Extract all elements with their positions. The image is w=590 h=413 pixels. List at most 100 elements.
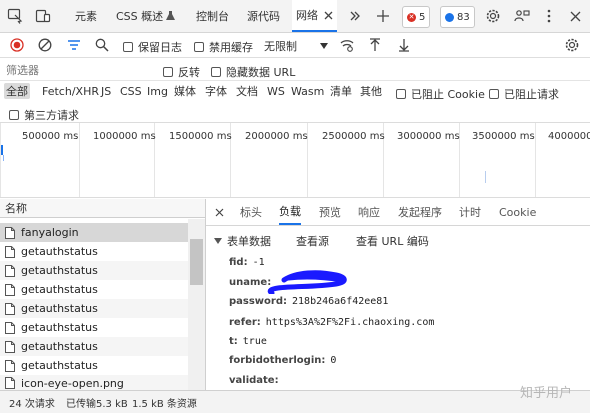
type-filter-all[interactable]: 全部 <box>4 83 30 99</box>
request-row[interactable]: icon-eye-open.png <box>0 375 188 390</box>
timeline-tick-label: 2000000 ms <box>245 131 308 142</box>
tab-headers[interactable]: 标头 <box>240 199 262 225</box>
timeline-tick-label: 4000000 <box>548 131 590 142</box>
type-filter-doc[interactable]: 文档 <box>234 83 260 99</box>
type-filter-other[interactable]: 其他 <box>358 83 384 99</box>
preserve-log-checkbox[interactable]: 保留日志 <box>123 39 182 55</box>
preserve-log-label: 保留日志 <box>138 41 182 54</box>
tab-network[interactable]: 网络 <box>292 0 337 32</box>
request-row[interactable]: fanyalogin <box>0 223 188 242</box>
timeline-gridline <box>535 123 536 197</box>
blocked-cookies-checkbox[interactable]: 已阻止 Cookie <box>396 86 485 102</box>
tab-console[interactable]: 控制台 <box>196 0 229 32</box>
more-options-icon[interactable] <box>540 7 558 25</box>
inspect-element-icon[interactable] <box>6 7 24 25</box>
tab-css-overview[interactable]: CSS 概述 <box>116 0 176 32</box>
type-filter-css[interactable]: CSS <box>118 83 144 99</box>
clear-icon[interactable] <box>37 37 53 53</box>
triangle-down-icon <box>214 238 222 244</box>
request-row[interactable]: getauthstatus <box>0 356 188 375</box>
type-filter-fetch-xhr[interactable]: Fetch/XHR <box>40 83 101 99</box>
name-column-header[interactable]: 名称 <box>0 199 205 218</box>
request-row[interactable]: getauthstatus <box>0 299 188 318</box>
preserve-log-box[interactable] <box>123 42 133 52</box>
file-icon <box>5 226 15 239</box>
request-row[interactable]: getauthstatus <box>0 242 188 261</box>
tab-network-label: 网络 <box>296 9 318 22</box>
request-list-scrollbar-thumb[interactable] <box>190 239 203 285</box>
status-bar: 24 次请求 已传输5.3 kB 1.5 kB 条资源 <box>0 390 590 413</box>
flask-icon <box>166 11 176 21</box>
request-row[interactable]: getauthstatus <box>0 280 188 299</box>
throttling-select[interactable]: 无限制 <box>264 38 328 54</box>
invert-label: 反转 <box>178 66 200 79</box>
tab-response[interactable]: 响应 <box>358 199 380 225</box>
type-filter-img[interactable]: Img <box>145 83 170 99</box>
tab-timing[interactable]: 计时 <box>459 199 481 225</box>
import-har-icon[interactable] <box>367 37 383 53</box>
export-har-icon[interactable] <box>396 37 412 53</box>
type-filter-ws[interactable]: WS <box>265 83 287 99</box>
timeline-request-bar <box>3 155 4 161</box>
view-source-link[interactable]: 查看源 <box>296 233 329 249</box>
form-field-key: password: <box>229 296 288 307</box>
file-icon <box>5 377 15 389</box>
network-settings-gear-icon[interactable] <box>563 37 581 53</box>
form-field-row: fid: -1 <box>229 257 265 268</box>
tab-initiator[interactable]: 发起程序 <box>398 199 442 225</box>
close-icon[interactable] <box>324 11 333 20</box>
search-icon[interactable] <box>94 37 110 53</box>
request-name: fanyalogin <box>21 226 79 239</box>
hide-data-urls-box[interactable] <box>211 67 221 77</box>
timeline-overview[interactable]: 500000 ms 1000000 ms 1500000 ms 2000000 … <box>0 123 590 198</box>
filter-icon[interactable] <box>66 37 82 53</box>
blocked-cookies-label: 已阻止 Cookie <box>411 88 485 101</box>
add-tab-icon[interactable] <box>374 7 392 25</box>
error-count-badge[interactable]: ✕ 5 <box>402 6 431 28</box>
form-data-section-header[interactable]: 表单数据 <box>214 233 271 249</box>
request-name: getauthstatus <box>21 302 98 315</box>
device-toolbar-icon[interactable] <box>34 7 52 25</box>
view-url-encoded-link[interactable]: 查看 URL 编码 <box>356 233 429 249</box>
third-party-checkbox[interactable]: 第三方请求 <box>9 107 79 123</box>
caret-down-icon <box>320 43 328 49</box>
more-tabs-icon[interactable] <box>348 7 362 25</box>
file-icon <box>5 302 15 315</box>
hide-data-urls-checkbox[interactable]: 隐藏数据 URL <box>211 64 295 80</box>
request-row[interactable]: getauthstatus <box>0 261 188 280</box>
feedback-icon[interactable] <box>513 7 531 25</box>
disable-cache-checkbox[interactable]: 禁用缓存 <box>194 39 253 55</box>
form-field-key: t: <box>229 336 238 347</box>
type-filter-wasm[interactable]: Wasm <box>289 83 326 99</box>
tab-preview[interactable]: 预览 <box>319 199 341 225</box>
message-count-badge[interactable]: 83 <box>440 6 475 28</box>
request-row[interactable]: getauthstatus <box>0 318 188 337</box>
invert-checkbox[interactable]: 反转 <box>163 64 200 80</box>
third-party-row: 第三方请求 <box>0 102 590 123</box>
tab-cookies[interactable]: Cookie <box>499 199 536 225</box>
third-party-box[interactable] <box>9 110 19 120</box>
gear-icon[interactable] <box>484 7 502 25</box>
record-icon[interactable] <box>9 37 25 53</box>
type-filter-font[interactable]: 字体 <box>203 83 229 99</box>
type-filter-media[interactable]: 媒体 <box>172 83 198 99</box>
message-count: 83 <box>457 11 470 23</box>
form-field-key: forbidotherlogin: <box>229 355 326 366</box>
close-devtools-icon[interactable] <box>566 7 584 25</box>
type-filter-manifest[interactable]: 清单 <box>328 83 354 99</box>
blocked-cookies-box[interactable] <box>396 89 406 99</box>
filter-input[interactable] <box>4 61 148 79</box>
disable-cache-box[interactable] <box>194 42 204 52</box>
type-filter-js[interactable]: JS <box>99 83 113 99</box>
request-row[interactable]: getauthstatus <box>0 337 188 356</box>
close-detail-icon[interactable] <box>214 207 224 217</box>
blocked-requests-checkbox[interactable]: 已阻止请求 <box>489 86 559 102</box>
invert-box[interactable] <box>163 67 173 77</box>
tab-elements[interactable]: 元素 <box>75 0 97 32</box>
tab-payload[interactable]: 负载 <box>279 199 301 225</box>
tab-sources[interactable]: 源代码 <box>247 0 280 32</box>
request-name: icon-eye-open.png <box>21 377 124 390</box>
blocked-requests-box[interactable] <box>489 89 499 99</box>
network-conditions-icon[interactable] <box>339 37 355 53</box>
request-list: 名称 fanyalogin getauthstatus getauthstatu… <box>0 199 206 390</box>
